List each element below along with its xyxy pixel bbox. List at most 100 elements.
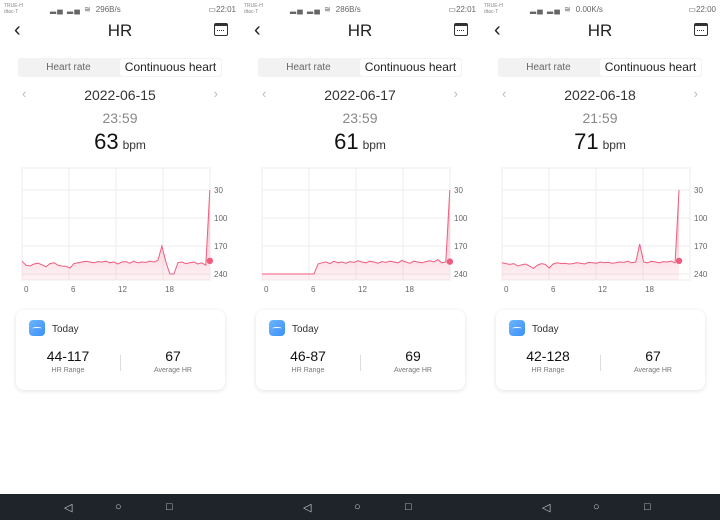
bpm-value: 61 (334, 129, 359, 154)
y-tick-label: 240 (454, 270, 468, 279)
heart-rate-line (501, 189, 680, 270)
recents-nav-icon[interactable]: □ (166, 501, 173, 513)
bpm-value: 63 (94, 129, 119, 154)
y-tick-label: 100 (694, 214, 708, 223)
calendar-icon[interactable] (454, 23, 468, 36)
y-tick-label: 30 (454, 186, 463, 195)
battery-icon: ▭ (208, 4, 216, 14)
signal-icon: ▂▄ ▂▄ ≋ (290, 4, 332, 14)
carrier-label: TRUE-H dtac-T (4, 3, 23, 15)
next-date-button[interactable]: › (454, 86, 458, 101)
x-tick-label: 18 (405, 285, 414, 294)
x-tick-label: 0 (264, 285, 269, 294)
hr-range-label: HR Range (51, 367, 85, 374)
status-bar: TRUE-H dtac-T ▂▄ ▂▄ ≋ 296B/s ▭ 22:01 (4, 2, 236, 16)
x-tick-label: 12 (118, 285, 127, 294)
home-nav-icon[interactable]: ○ (593, 501, 600, 513)
back-nav-icon[interactable]: ◁ (64, 501, 72, 514)
average-hr-stat: 67 Average HR (603, 348, 703, 374)
x-tick-label: 0 (24, 285, 29, 294)
tab-continuous-heart[interactable]: Continuous heart (600, 59, 701, 76)
x-tick-label: 6 (71, 285, 76, 294)
heart-rate-chart: 240 170 100 30 0 6 12 18 (261, 167, 468, 294)
next-date-button[interactable]: › (214, 86, 218, 101)
today-summary-card: Today 46-87 HR Range 69 Average HR (256, 310, 465, 390)
recents-nav-icon[interactable]: □ (644, 501, 651, 513)
x-tick-label: 18 (645, 285, 654, 294)
average-hr-value: 69 (405, 348, 421, 364)
x-tick-label: 6 (311, 285, 316, 294)
carrier-label: TRUE-H dtac-T (484, 3, 503, 15)
page-title: HR (347, 21, 373, 40)
current-bpm: 63 bpm (0, 129, 240, 155)
tab-heart-rate[interactable]: Heart rate (498, 58, 599, 77)
date-label: 2022-06-15 (84, 87, 156, 103)
y-tick-label: 170 (694, 242, 708, 251)
current-bpm: 61 bpm (240, 129, 480, 155)
current-bpm: 71 bpm (480, 129, 720, 155)
network-speed: 296B/s (95, 4, 121, 14)
y-tick-label: 240 (214, 270, 228, 279)
status-bar: TRUE-H dtac-T ▂▄ ▂▄ ≋ 0.00K/s ▭ 22:00 (484, 2, 716, 16)
back-nav-icon[interactable]: ◁ (542, 501, 550, 514)
card-title: Today (292, 324, 319, 335)
network-speed: 0.00K/s (575, 4, 603, 14)
average-hr-value: 67 (645, 348, 661, 364)
phone-screen: TRUE-H dtac-T ▂▄ ▂▄ ≋ 0.00K/s ▭ 22:00 ‹ … (480, 0, 720, 494)
bpm-unit: bpm (602, 138, 626, 152)
today-summary-card: Today 42-128 HR Range 67 Average HR (496, 310, 705, 390)
tab-bar: Heart rate Continuous heart (498, 58, 702, 77)
battery-icon: ▭ (448, 4, 456, 14)
hr-range-label: HR Range (531, 367, 565, 374)
tab-bar: Heart rate Continuous heart (258, 58, 462, 77)
x-tick-label: 0 (504, 285, 509, 294)
y-tick-label: 100 (214, 214, 228, 223)
calendar-icon[interactable] (694, 23, 708, 36)
bpm-unit: bpm (362, 138, 386, 152)
clock: 22:01 (455, 4, 476, 14)
page-title: HR (107, 21, 133, 40)
average-hr-value: 67 (165, 348, 181, 364)
page-title: HR (587, 21, 613, 40)
y-tick-label: 170 (214, 242, 228, 251)
hr-range-stat: 46-87 HR Range (258, 348, 358, 374)
recents-nav-icon[interactable]: □ (405, 501, 412, 513)
x-tick-label: 18 (165, 285, 174, 294)
phone-screen: TRUE-H dtac-T ▂▄ ▂▄ ≋ 286B/s ▭ 22:01 ‹ H… (240, 0, 480, 494)
divider (600, 355, 601, 371)
heart-rate-chart: 240 170 100 30 0 6 12 18 (501, 167, 708, 294)
back-nav-icon[interactable]: ◁ (303, 501, 311, 514)
card-title: Today (52, 324, 79, 335)
heart-rate-chart: 240 170 100 30 0 6 12 18 (21, 167, 228, 294)
today-summary-card: Today 44-117 HR Range 67 Average HR (16, 310, 225, 390)
time-label: 23:59 (102, 110, 138, 126)
tab-continuous-heart[interactable]: Continuous heart (120, 59, 221, 76)
signal-icon: ▂▄ ▂▄ ≋ (50, 4, 92, 14)
bpm-unit: bpm (122, 138, 146, 152)
hr-range-stat: 44-117 HR Range (18, 348, 118, 374)
current-point-marker (675, 257, 683, 264)
date-label: 2022-06-17 (324, 87, 396, 103)
next-date-button[interactable]: › (694, 86, 698, 101)
tab-heart-rate[interactable]: Heart rate (18, 58, 119, 77)
hr-range-stat: 42-128 HR Range (498, 348, 598, 374)
y-tick-label: 30 (214, 186, 223, 195)
date-label: 2022-06-18 (564, 87, 636, 103)
heart-chart-icon (269, 320, 285, 336)
tab-heart-rate[interactable]: Heart rate (258, 58, 359, 77)
signal-icon: ▂▄ ▂▄ ≋ (530, 4, 572, 14)
clock: 22:00 (695, 4, 716, 14)
hr-range-label: HR Range (291, 367, 325, 374)
tab-continuous-heart[interactable]: Continuous heart (360, 59, 461, 76)
hr-range-value: 46-87 (290, 348, 326, 364)
average-hr-stat: 67 Average HR (123, 348, 223, 374)
home-nav-icon[interactable]: ○ (354, 501, 361, 513)
calendar-icon[interactable] (214, 23, 228, 36)
y-tick-label: 30 (694, 186, 703, 195)
home-nav-icon[interactable]: ○ (115, 501, 122, 513)
navigation-bar: ◁ ○ □ ◁ ○ □ ◁ ○ □ (0, 494, 720, 520)
carrier-label: TRUE-H dtac-T (244, 3, 263, 15)
divider (360, 355, 361, 371)
divider (120, 355, 121, 371)
heart-chart-icon (509, 320, 525, 336)
